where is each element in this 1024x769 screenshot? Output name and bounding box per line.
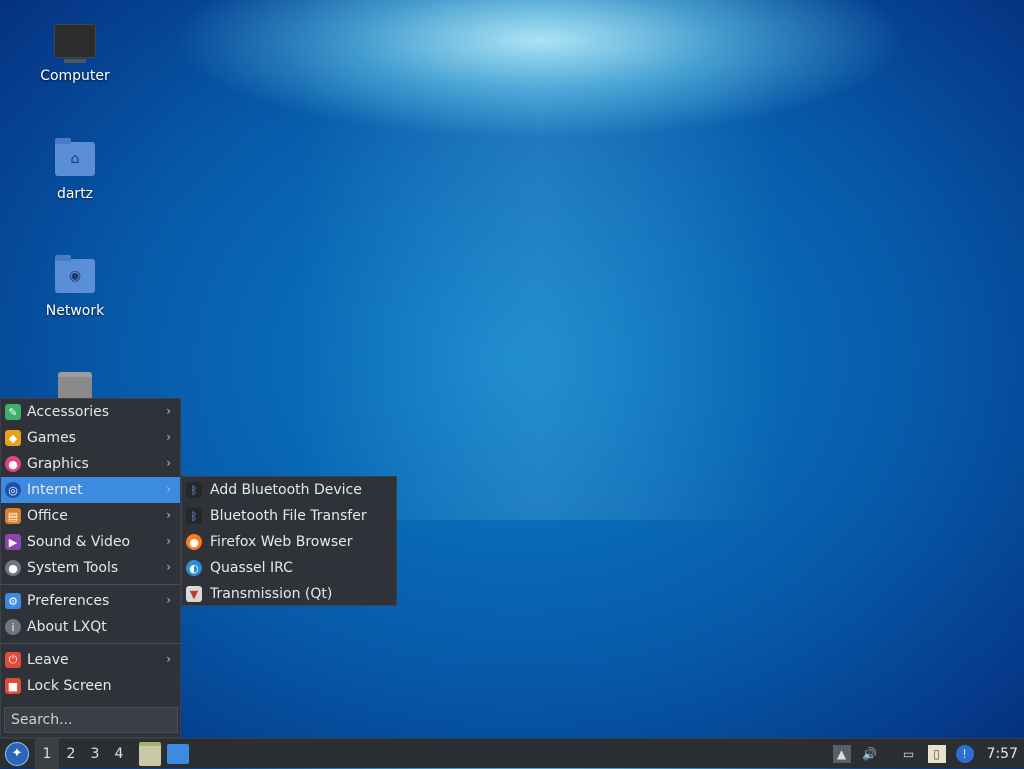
workspace-1[interactable]: 1: [35, 738, 59, 769]
menu-item-label: Lock Screen: [27, 678, 112, 694]
menu-item-office[interactable]: ▤ Office ›: [1, 503, 180, 529]
chevron-right-icon: ›: [166, 508, 171, 522]
network-icon[interactable]: ▭: [900, 745, 918, 763]
games-icon: ◆: [5, 430, 21, 446]
lock-icon: ■: [5, 678, 21, 694]
menu-item-accessories[interactable]: ✎ Accessories ›: [1, 399, 180, 425]
network-folder-icon: ◉: [54, 255, 96, 299]
clipboard-icon[interactable]: ▯: [927, 745, 946, 763]
workspace-label: 3: [90, 745, 100, 762]
start-menu-button[interactable]: ✦: [5, 741, 29, 766]
system-tray: ▲ 🔊 ▭ ▯ ! 7:57: [828, 739, 1024, 769]
menu-item-graphics[interactable]: ● Graphics ›: [1, 451, 180, 477]
menu-search-input[interactable]: Search...: [4, 707, 178, 733]
light-rays: [300, 0, 780, 520]
chevron-right-icon: ›: [166, 430, 171, 444]
chevron-right-icon: ›: [166, 482, 171, 496]
submenu-item-label: Add Bluetooth Device: [210, 482, 362, 498]
menu-item-label: Office: [27, 508, 68, 524]
menu-item-label: Games: [27, 430, 76, 446]
submenu-item-label: Quassel IRC: [210, 560, 293, 576]
bluetooth-icon: ᛒ: [186, 508, 202, 524]
chevron-right-icon: ›: [166, 456, 171, 470]
menu-item-system-tools[interactable]: ● System Tools ›: [1, 555, 180, 581]
menu-item-internet[interactable]: ◎ Internet ›: [1, 477, 180, 503]
workspace-label: 2: [66, 745, 76, 762]
transmission-icon: ▼: [186, 586, 202, 602]
submenu-item-label: Transmission (Qt): [210, 586, 333, 602]
submenu-item-transmission[interactable]: ▼ Transmission (Qt): [182, 581, 396, 607]
menu-separator: [1, 643, 180, 644]
internet-icon: ◎: [5, 482, 21, 498]
chevron-right-icon: ›: [166, 593, 171, 607]
submenu-item-add-bluetooth-device[interactable]: ᛒ Add Bluetooth Device: [182, 477, 396, 503]
sound-video-icon: ▶: [5, 534, 21, 550]
menu-item-label: Preferences: [27, 593, 110, 609]
menu-separator: [1, 584, 180, 585]
chevron-right-icon: ›: [166, 560, 171, 574]
menu-item-label: Sound & Video: [27, 534, 131, 550]
submenu-item-quassel-irc[interactable]: ◐ Quassel IRC: [182, 555, 396, 581]
application-menu: ✎ Accessories › ◆ Games › ● Graphics › ◎…: [0, 398, 181, 738]
menu-item-leave[interactable]: ⏻ Leave ›: [1, 647, 180, 673]
home-folder-icon: ⌂: [54, 138, 96, 182]
menu-item-preferences[interactable]: ⚙ Preferences ›: [1, 588, 180, 614]
bluetooth-icon: ᛒ: [186, 482, 202, 498]
file-manager-launcher-icon[interactable]: [139, 741, 161, 766]
menu-item-label: Graphics: [27, 456, 89, 472]
desktop-icon-label: Network: [45, 303, 105, 319]
notification-icon[interactable]: !: [955, 745, 974, 763]
menu-item-sound-video[interactable]: ▶ Sound & Video ›: [1, 529, 180, 555]
workspace-4[interactable]: 4: [107, 739, 131, 769]
menu-item-label: Leave: [27, 652, 69, 668]
system-tools-icon: ●: [5, 560, 21, 576]
lxqt-logo-icon: ✦: [11, 746, 23, 761]
clock[interactable]: 7:57: [987, 746, 1018, 762]
desktop-icon-label: Computer: [40, 68, 110, 84]
chevron-right-icon: ›: [166, 534, 171, 548]
eject-icon[interactable]: ▲: [832, 745, 851, 763]
desktop-icon-label: dartz: [56, 186, 94, 202]
internet-submenu: ᛒ Add Bluetooth Device ᛒ Bluetooth File …: [181, 476, 397, 606]
workspace-2[interactable]: 2: [59, 739, 83, 769]
chevron-right-icon: ›: [166, 652, 171, 666]
submenu-item-bluetooth-file-transfer[interactable]: ᛒ Bluetooth File Transfer: [182, 503, 396, 529]
submenu-item-label: Bluetooth File Transfer: [210, 508, 367, 524]
preferences-icon: ⚙: [5, 593, 21, 609]
desktop-icon-computer[interactable]: Computer: [20, 24, 130, 84]
desktop-icon-home[interactable]: ⌂ dartz: [20, 138, 130, 202]
graphics-icon: ●: [5, 456, 21, 472]
info-icon: i: [5, 619, 21, 635]
menu-item-label: Accessories: [27, 404, 110, 420]
menu-item-label: About LXQt: [27, 619, 107, 635]
office-icon: ▤: [5, 508, 21, 524]
menu-item-about[interactable]: i About LXQt: [1, 614, 180, 640]
search-placeholder: Search...: [11, 712, 73, 728]
power-icon: ⏻: [5, 652, 21, 668]
workspace-3[interactable]: 3: [83, 739, 107, 769]
chevron-right-icon: ›: [166, 404, 171, 418]
menu-item-label: System Tools: [27, 560, 119, 576]
desktop-icon-network[interactable]: ◉ Network: [20, 255, 130, 319]
volume-icon[interactable]: 🔊: [861, 745, 879, 763]
workspace-label: 4: [114, 745, 124, 762]
accessories-icon: ✎: [5, 404, 21, 420]
taskbar: ✦ 1 2 3 4 ▲ 🔊 ▭ ▯ ! 7:57: [0, 738, 1024, 769]
submenu-item-firefox[interactable]: ● Firefox Web Browser: [182, 529, 396, 555]
show-desktop-icon[interactable]: [167, 743, 189, 764]
submenu-item-label: Firefox Web Browser: [210, 534, 353, 550]
quassel-icon: ◐: [186, 560, 202, 576]
menu-item-label: Internet: [27, 482, 83, 498]
computer-icon: [54, 24, 96, 64]
menu-item-games[interactable]: ◆ Games ›: [1, 425, 180, 451]
firefox-icon: ●: [186, 534, 202, 550]
workspace-label: 1: [42, 745, 52, 762]
menu-item-lock-screen[interactable]: ■ Lock Screen: [1, 673, 180, 699]
